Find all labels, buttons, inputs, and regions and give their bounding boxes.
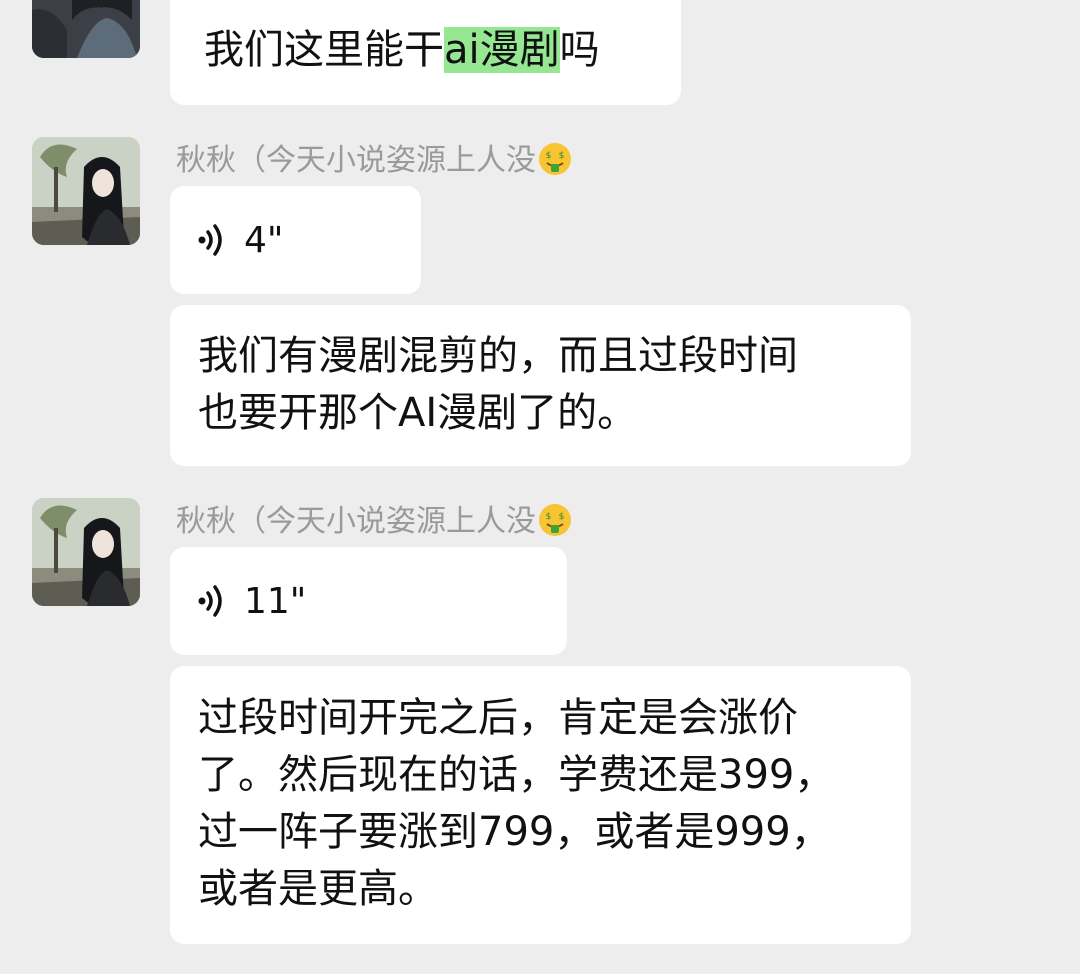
- money-mouth-face-icon: $ $: [539, 143, 571, 175]
- voice-play-icon: [198, 585, 222, 617]
- voice-message-bubble[interactable]: 4": [170, 186, 421, 294]
- message-text: 吗: [559, 27, 600, 73]
- avatar[interactable]: [32, 0, 140, 58]
- message-line: 过段时间开完之后，肯定是会涨价: [198, 695, 798, 741]
- svg-text:$: $: [546, 512, 552, 522]
- message-text: 我们这里能干: [204, 27, 444, 73]
- message-line: 也要开那个AI漫剧了的。: [198, 390, 638, 436]
- message-bubble[interactable]: 我们这里能干ai漫剧吗: [170, 0, 681, 105]
- message-bubble[interactable]: 我们有漫剧混剪的，而且过段时间 也要开那个AI漫剧了的。: [170, 305, 911, 466]
- voice-message-bubble[interactable]: 11": [170, 547, 567, 655]
- message-line: 我们有漫剧混剪的，而且过段时间: [198, 333, 798, 379]
- svg-text:$: $: [559, 512, 565, 522]
- message-line: 了。然后现在的话，学费还是399，: [198, 752, 835, 798]
- message-line: 过一阵子要涨到799，或者是999，: [198, 809, 831, 855]
- highlighted-text[interactable]: ai漫剧: [444, 27, 560, 73]
- voice-duration: 4": [244, 219, 284, 261]
- voice-play-icon: [198, 224, 222, 256]
- sender-name: 秋秋（今天小说姿源上人没 $ $: [176, 503, 572, 540]
- svg-text:$: $: [546, 151, 552, 161]
- avatar[interactable]: [32, 498, 140, 606]
- avatar[interactable]: [32, 137, 140, 245]
- svg-text:$: $: [559, 151, 565, 161]
- message-bubble[interactable]: 过段时间开完之后，肯定是会涨价 了。然后现在的话，学费还是399， 过一阵子要涨…: [170, 666, 911, 944]
- voice-duration: 11": [244, 580, 307, 622]
- sender-name: 秋秋（今天小说姿源上人没 $ $: [176, 142, 572, 179]
- money-mouth-face-icon: $ $: [539, 504, 571, 536]
- message-line: 或者是更高。: [198, 866, 438, 912]
